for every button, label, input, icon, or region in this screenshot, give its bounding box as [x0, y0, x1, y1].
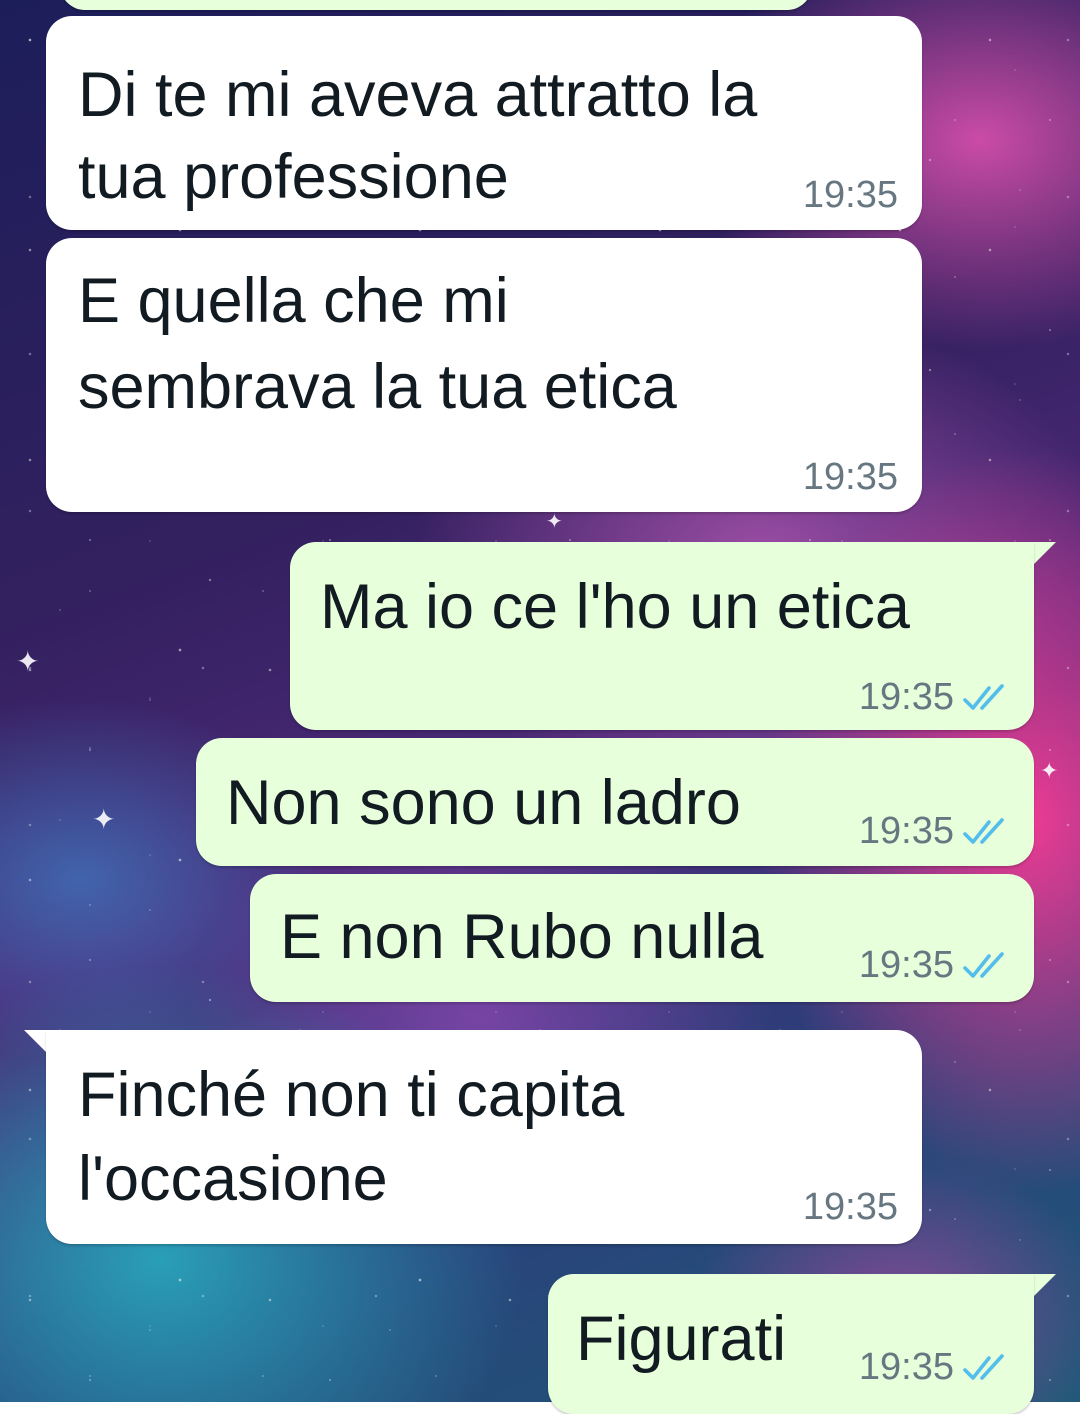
double-check-read-icon	[963, 683, 1004, 710]
message-bubble-incoming[interactable]: Di te mi aveva attratto la tua professio…	[46, 16, 922, 230]
message-time: 19:35	[802, 1186, 898, 1228]
message-meta: 19:35	[859, 944, 1012, 987]
chat-area: Di te mi aveva attratto la tua professio…	[0, 0, 1080, 1414]
message-bubble-outgoing[interactable]: E non Rubo nulla 19:35	[250, 874, 1034, 1002]
message-meta: 19:35	[859, 1346, 1012, 1389]
message-bubble-outgoing[interactable]: Ma io ce l'ho un etica 19:35	[290, 542, 1034, 730]
double-check-read-icon	[963, 1353, 1004, 1380]
message-text: E quella che mi	[78, 266, 509, 336]
message-bubble-outgoing[interactable]: Figurati 19:35	[548, 1274, 1034, 1414]
message-text: Ma io ce l'ho un etica	[320, 572, 910, 642]
message-meta: 19:35	[859, 810, 1012, 853]
message-text: sembrava la tua etica	[78, 352, 677, 422]
message-bubble-outgoing[interactable]: Non sono un ladro 19:35	[196, 738, 1034, 866]
message-meta: 19:35	[803, 174, 898, 217]
message-text: Figurati	[576, 1304, 787, 1374]
message-bubble-incoming[interactable]: E quella che mi sembrava la tua etica 19…	[46, 238, 922, 512]
message-text: l'occasione	[78, 1144, 388, 1214]
message-time: 19:35	[802, 174, 898, 216]
message-bubble-partial[interactable]	[60, 0, 812, 10]
message-meta: 19:35	[859, 676, 1012, 719]
message-text: Di te mi aveva attratto la	[78, 60, 758, 130]
message-text: Finché non ti capita	[78, 1060, 625, 1130]
message-time: 19:35	[858, 810, 954, 852]
message-time: 19:35	[858, 1346, 954, 1388]
double-check-read-icon	[963, 817, 1004, 844]
message-time: 19:35	[858, 676, 954, 718]
message-text: tua professione	[78, 142, 509, 212]
message-bubble-incoming[interactable]: Finché non ti capita l'occasione 19:35	[46, 1030, 922, 1244]
double-check-read-icon	[963, 951, 1004, 978]
message-text: Non sono un ladro	[226, 768, 741, 838]
message-meta: 19:35	[803, 456, 898, 499]
message-time: 19:35	[858, 944, 954, 986]
message-meta: 19:35	[803, 1186, 898, 1229]
message-time: 19:35	[802, 456, 898, 498]
message-text: E non Rubo nulla	[280, 902, 764, 972]
